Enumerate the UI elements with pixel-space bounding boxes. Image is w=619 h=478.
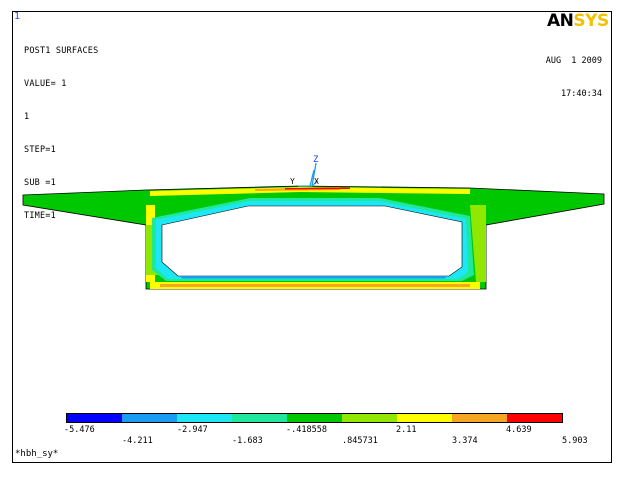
axis-x-label: X: [314, 177, 319, 186]
legend-label: 2.11: [396, 425, 417, 435]
axis-z-label: Z: [313, 155, 319, 165]
job-name: *hbh_sy*: [15, 449, 59, 459]
box-girder-contour-plot[interactable]: Z Y X: [0, 0, 619, 478]
legend-label: 3.374: [452, 436, 478, 446]
legend-label: 4.639: [506, 425, 532, 435]
legend-swatch: [452, 414, 507, 422]
legend-label: -2.947: [177, 425, 208, 435]
legend-label: -5.476: [64, 425, 95, 435]
legend-swatch: [342, 414, 397, 422]
legend-swatch: [177, 414, 232, 422]
axis-y-label: Y: [290, 177, 295, 186]
legend-swatch: [507, 414, 562, 422]
legend-label: -4.211: [122, 436, 153, 446]
legend-label: -.418558: [286, 425, 327, 435]
axis-triad: Z Y X: [290, 155, 319, 187]
legend-swatch: [397, 414, 452, 422]
legend-label: .845731: [342, 436, 378, 446]
legend-label: -1.683: [232, 436, 263, 446]
contour-legend-bar: [66, 413, 563, 423]
inner-cell-void: [161, 205, 463, 277]
legend-swatch: [122, 414, 177, 422]
legend-swatch: [67, 414, 122, 422]
legend-swatch: [232, 414, 287, 422]
legend-label: 5.903: [562, 436, 588, 446]
legend-swatch: [287, 414, 342, 422]
